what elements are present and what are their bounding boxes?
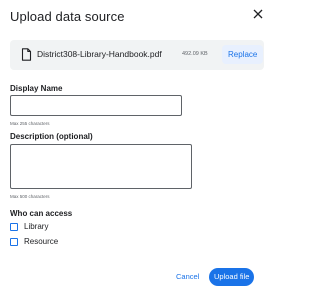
upload-data-source-dialog: Upload data source District308-Library-H… <box>0 0 275 296</box>
cancel-button[interactable]: Cancel <box>171 268 204 286</box>
file-name: District308-Library-Handbook.pdf <box>37 49 162 59</box>
access-option-resource[interactable]: Resource <box>10 236 58 247</box>
replace-button[interactable]: Replace <box>222 45 264 64</box>
file-size: 492.09 KB <box>182 51 208 57</box>
close-icon[interactable] <box>251 7 265 21</box>
access-option-library[interactable]: Library <box>10 221 48 232</box>
who-can-access-label: Who can access <box>10 209 73 218</box>
display-name-hint: Max 255 characters <box>10 121 50 126</box>
library-checkbox-label: Library <box>24 222 49 231</box>
selected-file-box: District308-Library-Handbook.pdf 492.09 … <box>10 40 264 70</box>
file-icon <box>21 48 32 61</box>
display-name-input[interactable] <box>10 95 182 116</box>
display-name-label: Display Name <box>10 84 63 93</box>
library-checkbox[interactable] <box>10 222 18 231</box>
upload-file-button[interactable]: Upload file <box>209 268 255 286</box>
resource-checkbox[interactable] <box>10 237 18 246</box>
resource-checkbox-label: Resource <box>24 237 59 246</box>
description-label: Description (optional) <box>10 132 93 141</box>
description-hint: Max 500 characters <box>10 194 50 199</box>
description-textarea[interactable] <box>10 144 192 189</box>
dialog-title: Upload data source <box>10 9 125 24</box>
